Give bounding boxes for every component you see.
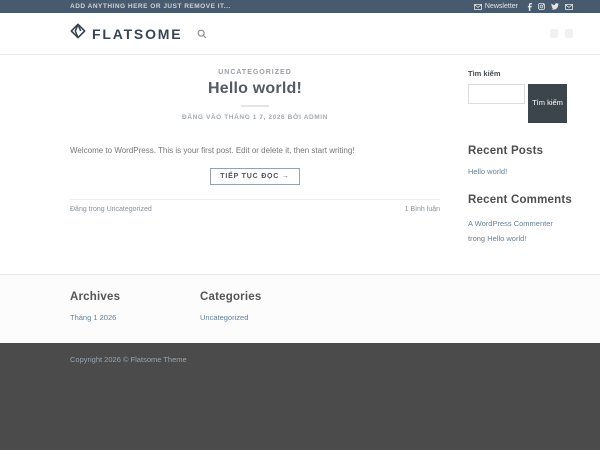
post-footer-meta: Đăng trong Uncategorized 1 Bình luận [70, 199, 440, 213]
twitter-icon[interactable] [551, 3, 559, 10]
post-meta: ĐĂNG VÀO THÁNG 1 7, 2026 BỞI ADMIN [70, 114, 440, 121]
categories-title: Categories [200, 291, 330, 303]
site-logo[interactable]: FLATSOME [70, 23, 182, 44]
posted-in-prefix: Đăng trong [70, 206, 105, 213]
archives-title: Archives [70, 291, 200, 303]
recent-comment-item: A WordPress Commenter trong Hello world! [468, 216, 560, 246]
header-faint-icon-2[interactable] [565, 29, 573, 38]
sidebar-search-button[interactable]: Tìm kiếm [528, 84, 567, 123]
recent-posts-title: Recent Posts [468, 145, 573, 157]
title-divider [241, 105, 269, 107]
topbar-message: ADD ANYTHING HERE OR JUST REMOVE IT... [70, 3, 231, 10]
footer-widgets: Archives Tháng 1 2026 Categories Uncateg… [0, 274, 600, 343]
comment-connector: trong [468, 234, 485, 243]
categories-widget: Categories Uncategorized [200, 291, 330, 343]
read-more-row: TIẾP TỤC ĐỌC → [70, 165, 440, 185]
blog-post: UNCATEGORIZED Hello world! ĐĂNG VÀO THÁN… [70, 69, 440, 274]
comment-post-link[interactable]: Hello world! [487, 234, 526, 243]
newsletter-link[interactable]: Newsletter [474, 3, 518, 10]
logo-text: FLATSOME [92, 26, 182, 42]
read-more-button[interactable]: TIẾP TỤC ĐỌC → [210, 168, 299, 185]
sidebar: Tìm kiếm Tìm kiếm Recent Posts Hello wor… [468, 69, 573, 274]
recent-comments-title: Recent Comments [468, 194, 573, 206]
archives-widget: Archives Tháng 1 2026 [70, 291, 200, 343]
page-content: UNCATEGORIZED Hello world! ĐĂNG VÀO THÁN… [0, 55, 600, 274]
comment-author-link[interactable]: A WordPress Commenter [468, 219, 553, 228]
sidebar-search-input[interactable] [468, 84, 525, 104]
envelope-icon [474, 4, 482, 10]
comments-link[interactable]: 1 Bình luận [405, 206, 440, 213]
archives-link[interactable]: Tháng 1 2026 [70, 313, 116, 322]
newsletter-label: Newsletter [485, 3, 518, 10]
post-category[interactable]: UNCATEGORIZED [70, 69, 440, 76]
top-bar: ADD ANYTHING HERE OR JUST REMOVE IT... N… [0, 0, 600, 13]
flatsome-gem-icon [70, 23, 86, 44]
social-icons [527, 3, 573, 11]
sidebar-search-form: Tìm kiếm [468, 84, 573, 123]
header-faint-icon-1[interactable] [550, 29, 558, 38]
header-secondary-icons [550, 29, 573, 38]
recent-post-link[interactable]: Hello world! [468, 167, 507, 176]
posted-in-category-link[interactable]: Uncategorized [107, 206, 152, 213]
footer-copyright-bar: Copyright 2026 © Flatsome Theme [0, 343, 600, 450]
posted-in: Đăng trong Uncategorized [70, 206, 152, 213]
search-icon[interactable] [197, 29, 207, 39]
instagram-icon[interactable] [538, 3, 545, 10]
facebook-icon[interactable] [527, 3, 532, 11]
site-header: FLATSOME [0, 13, 600, 55]
topbar-right: Newsletter [474, 3, 573, 11]
categories-link[interactable]: Uncategorized [200, 313, 248, 322]
sidebar-search-label: Tìm kiếm [468, 69, 573, 78]
post-title[interactable]: Hello world! [70, 80, 440, 98]
post-excerpt: Welcome to WordPress. This is your first… [70, 146, 440, 156]
copyright-text: Copyright 2026 © Flatsome Theme [70, 355, 187, 364]
email-icon[interactable] [565, 4, 573, 10]
